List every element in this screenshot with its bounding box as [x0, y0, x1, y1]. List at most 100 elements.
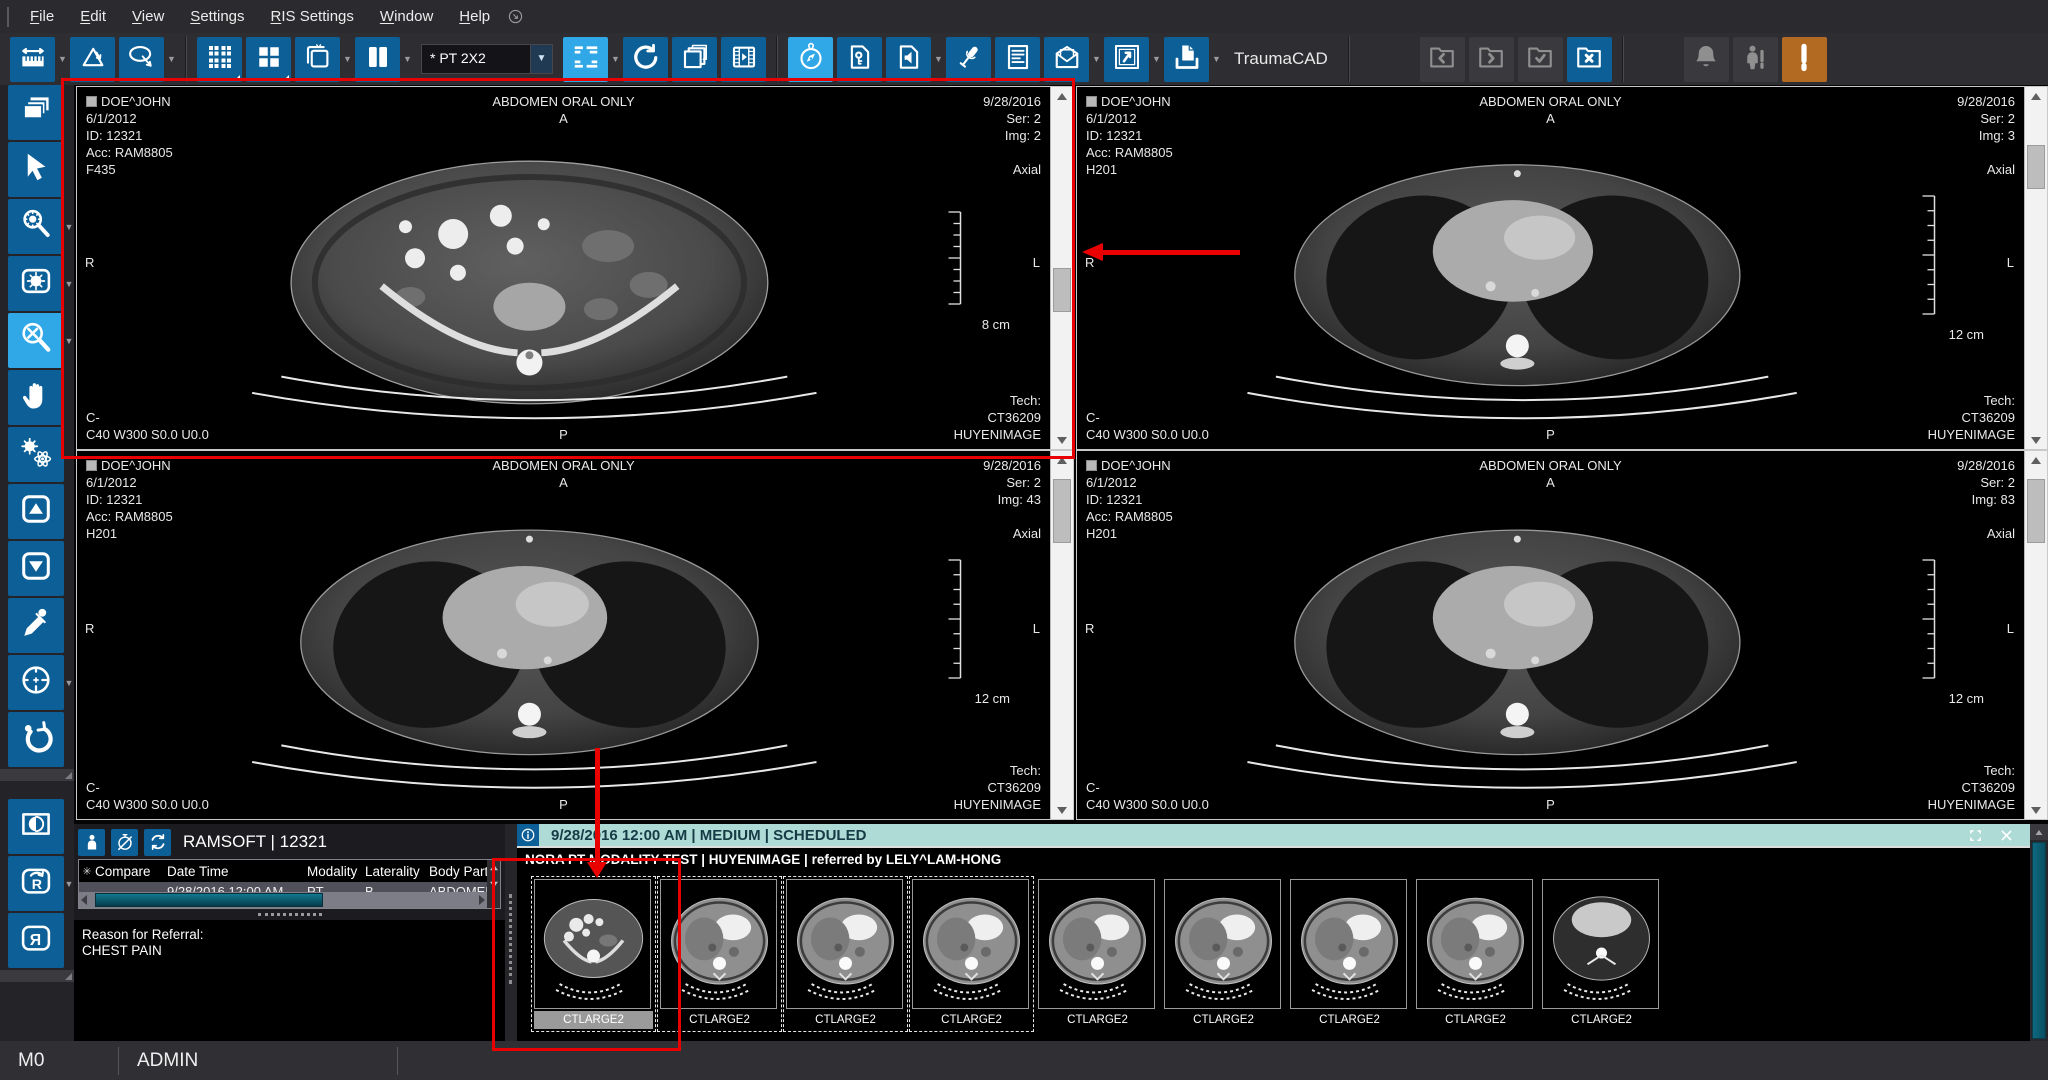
menu-edit[interactable]: Edit — [67, 0, 119, 33]
scroll-up-icon[interactable] — [2025, 451, 2047, 469]
chevron-down-icon[interactable]: ▼ — [1151, 54, 1162, 64]
viewport-4[interactable]: DOE^JOHN 6/1/2012 ID: 12321 Acc: RAM8805… — [1077, 451, 2024, 819]
wl-presets-tool-button[interactable] — [8, 427, 64, 482]
scroll-down-icon[interactable] — [1051, 801, 1073, 819]
column-header-laterality[interactable]: Laterality — [365, 864, 429, 879]
magnify-tool-button[interactable] — [8, 313, 64, 368]
scroll-up-icon[interactable] — [2025, 87, 2047, 105]
email-study-button[interactable] — [1044, 37, 1089, 82]
scroll-up-icon[interactable] — [1051, 451, 1073, 469]
export-study-button[interactable] — [1104, 37, 1149, 82]
chevron-down-icon[interactable]: ▼ — [933, 54, 944, 64]
scroll-up-icon[interactable] — [490, 865, 498, 871]
probe-tool-button[interactable] — [8, 598, 64, 653]
close-study-button[interactable] — [1567, 37, 1612, 82]
menu-window[interactable]: Window — [367, 0, 446, 33]
menu-file[interactable]: File — [17, 0, 67, 33]
series-stack-tool-button[interactable] — [8, 85, 64, 140]
viewport-1[interactable]: DOE^JOHN 6/1/2012 ID: 12321 Acc: RAM8805… — [77, 87, 1050, 449]
window-state-icon[interactable] — [507, 8, 525, 26]
export-video-button[interactable] — [721, 37, 766, 82]
study-timer-button[interactable] — [788, 37, 833, 82]
scrollbar-thumb[interactable] — [1053, 268, 1071, 312]
report-button[interactable] — [995, 37, 1040, 82]
sidebar-resize-strip[interactable] — [0, 970, 74, 982]
next-study-button[interactable] — [1469, 37, 1514, 82]
series-thumbnail-7[interactable]: CTLARGE2 — [1287, 876, 1412, 1032]
table-header[interactable]: ✳CompareDate TimeModalityLateralityBody … — [79, 860, 500, 882]
chevron-down-icon[interactable]: ▼ — [166, 54, 177, 64]
chevron-down-icon[interactable]: ▼ — [1211, 54, 1222, 64]
invert-tool-button[interactable] — [8, 799, 64, 854]
column-header-date-time[interactable]: Date Time — [167, 864, 307, 879]
traumacad-label[interactable]: TraumaCAD — [1234, 49, 1328, 69]
panel-splitter-handle[interactable] — [74, 909, 505, 919]
viewport-3[interactable]: DOE^JOHN 6/1/2012 ID: 12321 Acc: RAM8805… — [77, 451, 1050, 819]
compare-columns-button[interactable] — [355, 37, 400, 82]
chevron-down-icon[interactable]: ▼ — [64, 336, 74, 346]
localizer-tool-button[interactable] — [8, 655, 64, 710]
chevron-down-icon[interactable]: ▼ — [64, 879, 74, 889]
window-level-tool-button[interactable] — [8, 256, 64, 311]
scroll-up-icon[interactable] — [2030, 824, 2048, 840]
viewport-scrollbar[interactable] — [2024, 87, 2047, 449]
series-layout-button[interactable] — [246, 37, 291, 82]
pointer-tool-button[interactable] — [8, 142, 64, 197]
scroll-right-icon[interactable] — [479, 895, 485, 905]
close-icon[interactable] — [1999, 828, 2014, 843]
column-header-compare[interactable]: Compare — [95, 864, 167, 879]
info-icon[interactable] — [517, 824, 539, 846]
refresh-icon[interactable] — [144, 829, 171, 856]
maximize-icon[interactable] — [1968, 828, 1983, 843]
scroll-down-icon[interactable] — [2025, 431, 2047, 449]
menu-ris-settings[interactable]: RIS Settings — [258, 0, 367, 33]
series-thumbnail-9[interactable]: CTLARGE2 — [1539, 876, 1664, 1032]
prior-studies-table[interactable]: ✳CompareDate TimeModalityLateralityBody … — [78, 859, 501, 909]
next-image-button[interactable] — [8, 541, 64, 596]
import-study-button[interactable] — [1164, 37, 1209, 82]
menu-help[interactable]: Help — [446, 0, 503, 33]
series-thumbnail-2[interactable]: CTLARGE2 — [657, 876, 782, 1032]
viewport-scrollbar[interactable] — [2024, 451, 2047, 819]
menu-settings[interactable]: Settings — [177, 0, 257, 33]
flip-horizontal-tool-button[interactable]: R — [8, 913, 64, 968]
reset-view-button[interactable] — [8, 712, 64, 767]
mark-study-read-button[interactable] — [1518, 37, 1563, 82]
series-thumbnail-5[interactable]: CTLARGE2 — [1035, 876, 1160, 1032]
series-thumbnail-3[interactable]: CTLARGE2 — [783, 876, 908, 1032]
angle-tool-button[interactable] — [70, 37, 115, 82]
pan-tool-button[interactable] — [8, 370, 64, 425]
measure-tool-button[interactable] — [10, 37, 55, 82]
scrollbar-thumb[interactable] — [1053, 479, 1071, 543]
series-thumbnail-1[interactable]: CTLARGE2 — [531, 876, 656, 1032]
chevron-down-icon[interactable]: ▼ — [64, 678, 74, 688]
patient-icon[interactable] — [78, 829, 105, 856]
undo-button[interactable] — [623, 37, 668, 82]
notifications-button[interactable] — [1684, 37, 1729, 82]
scrollbar-thumb[interactable] — [2027, 145, 2045, 189]
chevron-down-icon[interactable]: ▼ — [57, 54, 68, 64]
series-thumbnail-6[interactable]: CTLARGE2 — [1161, 876, 1286, 1032]
hanging-protocol-select[interactable]: * PT 2X2▼ — [421, 44, 553, 74]
filter-icon[interactable] — [490, 882, 498, 888]
scrollbar-thumb[interactable] — [2032, 842, 2046, 1039]
zoom-window-tool-button[interactable] — [8, 199, 64, 254]
cine-stack-button[interactable] — [672, 37, 717, 82]
chevron-down-icon[interactable]: ▼ — [64, 222, 74, 232]
scrollbar-thumb[interactable] — [95, 893, 323, 907]
chevron-down-icon[interactable]: ▼ — [64, 279, 74, 289]
previous-study-button[interactable] — [1420, 37, 1465, 82]
patient-alerts-button[interactable] — [1733, 37, 1778, 82]
chevron-down-icon[interactable]: ▼ — [610, 54, 621, 64]
scroll-up-icon[interactable] — [1051, 87, 1073, 105]
audio-note-button[interactable] — [886, 37, 931, 82]
stat-alert-button[interactable] — [1782, 37, 1827, 82]
dictation-mic-button[interactable] — [946, 37, 991, 82]
vertical-splitter[interactable] — [505, 824, 517, 1041]
sidebar-resize-strip[interactable] — [0, 769, 74, 781]
previous-image-button[interactable] — [8, 484, 64, 539]
series-thumbnail-4[interactable]: CTLARGE2 — [909, 876, 1034, 1032]
series-panel-scrollbar[interactable] — [2030, 824, 2048, 1041]
viewport-scrollbar[interactable] — [1050, 451, 1073, 819]
scrollbar-thumb[interactable] — [2027, 479, 2045, 543]
